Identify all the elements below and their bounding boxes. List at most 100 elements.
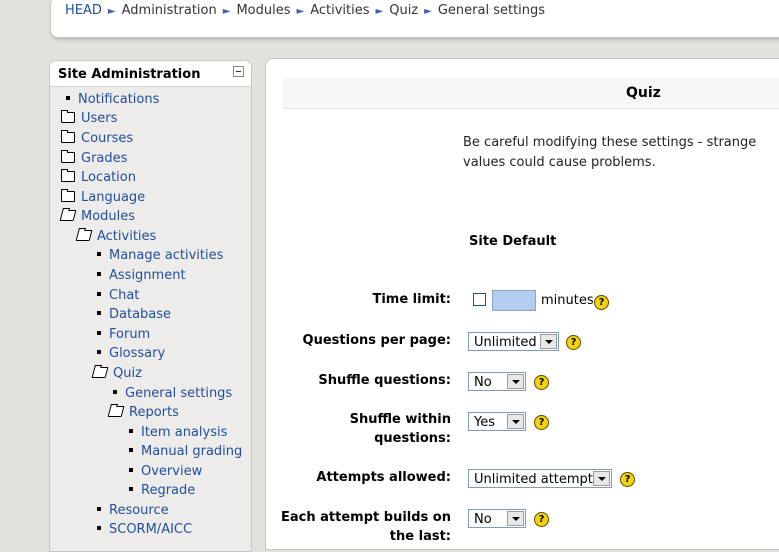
tree-item-label: Notifications bbox=[78, 92, 160, 107]
site-default-header: Site Default bbox=[469, 234, 557, 249]
tree-item-quiz[interactable]: Quiz bbox=[91, 366, 142, 381]
tree-item-location[interactable]: Location bbox=[61, 169, 136, 185]
tree-item-regrade[interactable]: Regrade bbox=[129, 483, 195, 498]
tree-item-label: Manage activities bbox=[109, 248, 224, 263]
tree-item-label: Courses bbox=[81, 131, 134, 146]
tree-item-activities[interactable]: Activities bbox=[75, 229, 157, 244]
tree-item-label: General settings bbox=[125, 386, 233, 401]
help-icon[interactable]: ? bbox=[594, 295, 609, 310]
chevron-down-icon bbox=[507, 374, 524, 389]
folder-open-icon bbox=[75, 230, 93, 241]
shuffle-questions-select[interactable]: No bbox=[468, 372, 526, 391]
attempts-allowed-label: Attempts allowed: bbox=[316, 470, 451, 485]
help-icon[interactable]: ? bbox=[534, 375, 549, 390]
each-attempt-builds-label: Each attempt builds on the last: bbox=[281, 510, 451, 544]
bullet-icon bbox=[113, 389, 117, 394]
tree-item-chat[interactable]: Chat bbox=[97, 288, 139, 303]
help-icon[interactable]: ? bbox=[534, 415, 549, 430]
chevron-down-icon bbox=[593, 471, 610, 486]
select-value: No bbox=[474, 512, 492, 527]
tree-item-users[interactable]: Users bbox=[61, 110, 118, 126]
minutes-unit-label: minutes bbox=[541, 293, 594, 308]
admin-tree: Notifications Users Courses Grades Locat… bbox=[50, 87, 251, 551]
breadcrumb-administration[interactable]: Administration bbox=[122, 3, 217, 18]
help-icon[interactable]: ? bbox=[534, 512, 549, 527]
select-value: Unlimited attempts bbox=[474, 472, 600, 487]
tree-item-label: Resource bbox=[109, 503, 169, 518]
page-title: Quiz bbox=[626, 85, 661, 101]
tree-item-label: Users bbox=[81, 111, 118, 126]
chevron-down-icon bbox=[540, 334, 557, 349]
select-value: Yes bbox=[474, 415, 495, 430]
tree-item-database[interactable]: Database bbox=[97, 307, 171, 322]
tree-item-reports[interactable]: Reports bbox=[107, 405, 179, 420]
bullet-icon bbox=[97, 251, 101, 256]
help-icon[interactable]: ? bbox=[566, 335, 581, 350]
each-attempt-builds-select[interactable]: No bbox=[468, 509, 526, 528]
folder-closed-icon bbox=[61, 110, 75, 123]
tree-item-label: Activities bbox=[97, 229, 157, 244]
block-title: Site Administration bbox=[58, 67, 201, 82]
tree-item-resource[interactable]: Resource bbox=[97, 503, 169, 518]
questions-per-page-select[interactable]: Unlimited bbox=[468, 332, 559, 351]
breadcrumb-separator-icon: ► bbox=[424, 6, 432, 17]
tree-item-assignment[interactable]: Assignment bbox=[97, 268, 186, 283]
tree-item-label: Item analysis bbox=[141, 425, 228, 440]
tree-item-overview[interactable]: Overview bbox=[129, 464, 202, 479]
tree-item-label: Glossary bbox=[109, 346, 166, 361]
bullet-icon bbox=[97, 525, 101, 530]
time-limit-input[interactable] bbox=[492, 290, 536, 311]
block-header: Site Administration bbox=[50, 61, 251, 87]
folder-open-icon bbox=[91, 367, 109, 378]
tree-item-modules[interactable]: Modules bbox=[59, 209, 136, 224]
tree-item-label: Regrade bbox=[141, 483, 196, 498]
tree-item-label: Grades bbox=[81, 151, 128, 166]
bullet-icon bbox=[97, 506, 101, 511]
bullet-icon bbox=[97, 330, 101, 335]
attempts-allowed-select[interactable]: Unlimited attempts bbox=[468, 469, 612, 488]
bullet-icon bbox=[129, 428, 133, 433]
bullet-icon bbox=[97, 349, 101, 354]
breadcrumb-separator-icon: ► bbox=[375, 6, 384, 17]
bullet-icon bbox=[97, 291, 101, 296]
tree-item-grades[interactable]: Grades bbox=[61, 150, 128, 166]
tree-item-item-analysis[interactable]: Item analysis bbox=[129, 425, 227, 440]
folder-closed-icon bbox=[61, 189, 75, 202]
select-value: Unlimited bbox=[474, 335, 537, 350]
tree-item-language[interactable]: Language bbox=[61, 189, 145, 205]
time-limit-enable-checkbox[interactable] bbox=[473, 293, 486, 306]
tree-item-label: Reports bbox=[129, 405, 179, 420]
folder-closed-icon bbox=[61, 130, 75, 143]
breadcrumb-home-link[interactable]: HEAD bbox=[65, 3, 102, 18]
tree-item-manage-activities[interactable]: Manage activities bbox=[97, 248, 223, 263]
breadcrumb-separator-icon: ► bbox=[296, 6, 305, 17]
breadcrumb: HEAD ► Administration ► Modules ► Activities ► Q… bbox=[65, 3, 545, 18]
folder-open-icon bbox=[59, 210, 77, 221]
breadcrumb-modules[interactable]: Modules bbox=[236, 3, 290, 18]
tree-item-glossary[interactable]: Glossary bbox=[97, 346, 165, 361]
tree-item-label: Location bbox=[81, 170, 136, 185]
chevron-down-icon bbox=[507, 414, 524, 429]
select-value: No bbox=[474, 375, 492, 390]
tree-item-notifications[interactable]: Notifications bbox=[66, 92, 159, 107]
collapse-icon[interactable] bbox=[233, 66, 244, 77]
bullet-icon bbox=[97, 310, 101, 315]
tree-item-label: Forum bbox=[109, 327, 151, 342]
folder-open-icon bbox=[107, 406, 125, 417]
tree-item-label: Database bbox=[109, 307, 172, 322]
shuffle-questions-label: Shuffle questions: bbox=[318, 373, 451, 388]
breadcrumb-separator-icon: ► bbox=[222, 6, 231, 17]
breadcrumb-activities[interactable]: Activities bbox=[310, 3, 369, 18]
tree-item-courses[interactable]: Courses bbox=[61, 130, 134, 146]
tree-item-general-settings[interactable]: General settings bbox=[113, 386, 232, 401]
tree-item-manual-grading[interactable]: Manual grading bbox=[129, 444, 242, 459]
help-icon[interactable]: ? bbox=[620, 472, 635, 487]
folder-closed-icon bbox=[61, 150, 75, 163]
tree-item-label: Chat bbox=[109, 288, 140, 303]
breadcrumb-quiz[interactable]: Quiz bbox=[389, 3, 418, 18]
shuffle-within-select[interactable]: Yes bbox=[468, 412, 526, 431]
tree-item-forum[interactable]: Forum bbox=[97, 327, 150, 342]
bullet-icon bbox=[129, 467, 133, 472]
bullet-icon bbox=[66, 95, 70, 100]
tree-item-label: Modules bbox=[81, 209, 136, 224]
